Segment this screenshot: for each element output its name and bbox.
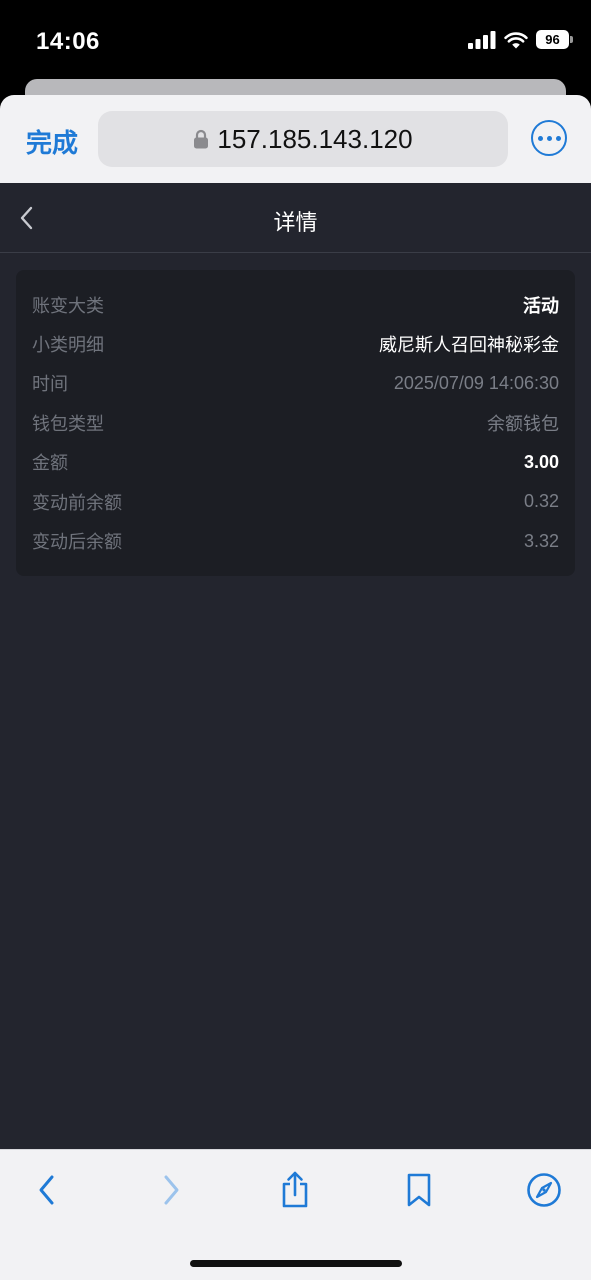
detail-label: 钱包类型 bbox=[32, 413, 104, 434]
ellipsis-dot bbox=[546, 135, 552, 141]
detail-value: 威尼斯人召回神秘彩金 bbox=[379, 335, 559, 356]
browser-header: 完成 157.185.143.120 bbox=[0, 95, 591, 183]
ellipsis-dot bbox=[555, 135, 561, 141]
web-page: 详情 账变大类 活动 小类明细 威尼斯人召回神秘彩金 时间 2025/07/09… bbox=[0, 183, 591, 1149]
detail-row-balance-after: 变动后余额 3.32 bbox=[16, 521, 575, 560]
battery-level: 96 bbox=[536, 30, 569, 49]
more-options-button[interactable] bbox=[531, 120, 567, 156]
back-button[interactable] bbox=[25, 1168, 69, 1212]
page-title: 详情 bbox=[273, 210, 318, 235]
chevron-right-icon bbox=[164, 1175, 179, 1205]
detail-value: 3.00 bbox=[523, 451, 559, 472]
detail-value: 0.32 bbox=[523, 491, 559, 512]
detail-row-wallet-type: 钱包类型 余额钱包 bbox=[16, 403, 575, 442]
bookmarks-button[interactable] bbox=[397, 1168, 441, 1212]
detail-row-balance-before: 变动前余额 0.32 bbox=[16, 482, 575, 521]
done-button[interactable]: 完成 bbox=[26, 123, 78, 160]
detail-card: 账变大类 活动 小类明细 威尼斯人召回神秘彩金 时间 2025/07/09 14… bbox=[16, 270, 575, 576]
chevron-left-icon bbox=[39, 1175, 54, 1205]
forward-button[interactable] bbox=[149, 1168, 193, 1212]
detail-label: 时间 bbox=[32, 374, 68, 395]
detail-label: 小类明细 bbox=[32, 335, 104, 356]
detail-row-amount: 金额 3.00 bbox=[16, 443, 575, 482]
page-nav-bar: 详情 bbox=[0, 183, 591, 253]
detail-label: 变动后余额 bbox=[32, 532, 122, 553]
share-icon bbox=[282, 1171, 308, 1208]
share-button[interactable] bbox=[273, 1168, 317, 1212]
detail-row-category: 账变大类 活动 bbox=[16, 285, 575, 324]
status-time: 14:06 bbox=[36, 28, 100, 55]
address-bar[interactable]: 157.185.143.120 bbox=[98, 111, 508, 167]
cellular-signal-icon bbox=[468, 30, 496, 49]
status-bar: 14:06 96 bbox=[0, 0, 591, 90]
bookmark-icon bbox=[407, 1173, 431, 1207]
compass-icon bbox=[527, 1173, 561, 1207]
detail-label: 金额 bbox=[32, 453, 68, 474]
detail-label: 账变大类 bbox=[32, 295, 104, 316]
safari-button[interactable] bbox=[522, 1168, 566, 1212]
battery-indicator: 96 bbox=[536, 30, 573, 49]
wifi-icon bbox=[504, 31, 528, 48]
ellipsis-circle-icon bbox=[537, 135, 543, 141]
lock-icon bbox=[194, 129, 209, 149]
detail-value: 2025/07/09 14:06:30 bbox=[393, 372, 559, 393]
detail-row-time: 时间 2025/07/09 14:06:30 bbox=[16, 364, 575, 403]
url-text: 157.185.143.120 bbox=[217, 123, 413, 154]
home-indicator bbox=[190, 1260, 402, 1267]
detail-value: 余额钱包 bbox=[487, 413, 559, 434]
detail-value: 活动 bbox=[523, 295, 559, 316]
detail-row-subcategory: 小类明细 威尼斯人召回神秘彩金 bbox=[16, 324, 575, 363]
detail-label: 变动前余额 bbox=[32, 492, 122, 513]
status-icons: 96 bbox=[468, 30, 573, 49]
battery-tip bbox=[570, 36, 573, 43]
detail-value: 3.32 bbox=[523, 530, 559, 551]
